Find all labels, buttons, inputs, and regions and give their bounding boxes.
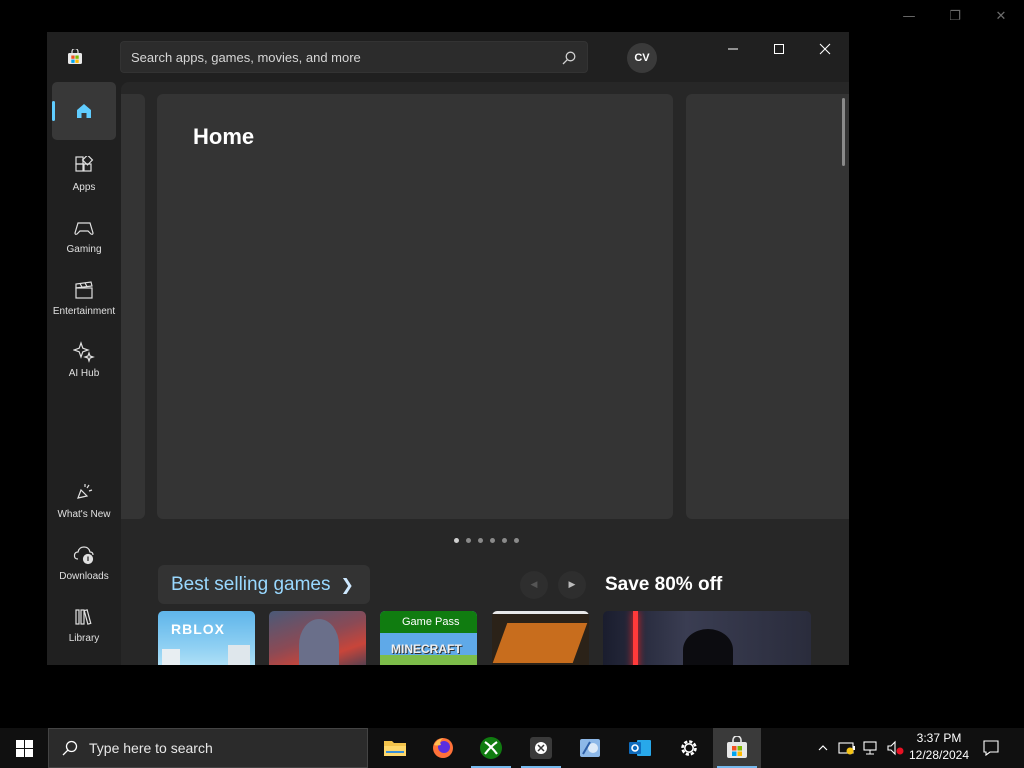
- battery-warning-icon[interactable]: [836, 728, 858, 768]
- nav-gaming[interactable]: Gaming: [52, 207, 116, 265]
- game-tile-star-wars[interactable]: [603, 611, 811, 665]
- search-icon: [62, 740, 78, 756]
- title-bar: Search apps, games, movies, and more CV: [47, 32, 849, 82]
- library-icon: [73, 606, 95, 628]
- page-title: Home: [193, 124, 255, 149]
- nav-entertainment[interactable]: Entertainment: [52, 269, 116, 327]
- system-clock[interactable]: 3:37 PM 12/28/2024: [905, 730, 973, 766]
- tile-art: [228, 645, 250, 665]
- game-pass-badge: Game Pass: [402, 616, 460, 628]
- gamepad-icon: [73, 217, 95, 239]
- hero-banner[interactable]: Home: [157, 94, 673, 519]
- minimize-icon[interactable]: —: [886, 0, 932, 32]
- close-icon[interactable]: ✕: [978, 0, 1024, 32]
- tile-art: [492, 623, 588, 663]
- nav-whats-new-label: What's New: [57, 509, 111, 520]
- microsoft-store-icon[interactable]: [713, 728, 761, 768]
- scrollbar[interactable]: [842, 98, 845, 166]
- nav-whats-new[interactable]: What's New: [52, 472, 116, 530]
- nav-apps[interactable]: Apps: [52, 145, 116, 203]
- nav-library-label: Library: [68, 633, 100, 644]
- tile-label: MINECRAFT: [391, 642, 462, 656]
- tile-art: [299, 619, 339, 665]
- taskbar-search-box[interactable]: Type here to search: [48, 728, 368, 768]
- carousel-dot[interactable]: [466, 538, 471, 543]
- carousel-dot[interactable]: [490, 538, 495, 543]
- tile-label: RBLOX: [171, 621, 225, 637]
- store-logo-icon: [67, 49, 83, 65]
- carousel-next-card[interactable]: [686, 94, 849, 519]
- tile-art: [492, 611, 589, 614]
- tile-art: [380, 655, 477, 665]
- firefox-icon[interactable]: [419, 728, 467, 768]
- game-tile-roblox[interactable]: RBLOX: [158, 611, 255, 665]
- outlook-icon[interactable]: [616, 728, 664, 768]
- promo-title: Save 80% off: [605, 574, 723, 595]
- store-search-box[interactable]: Search apps, games, movies, and more: [120, 41, 588, 73]
- settings-icon[interactable]: [665, 728, 713, 768]
- background-window-controls: — ❐ ✕: [886, 0, 1024, 32]
- clock-date: 12/28/2024: [908, 748, 970, 762]
- game-tile-call-of-duty[interactable]: [492, 611, 589, 665]
- downloads-icon: [73, 544, 95, 566]
- navigation-rail: Apps Gaming Entertainment AI Hub What's …: [47, 82, 121, 665]
- carousel-pager[interactable]: [454, 538, 519, 543]
- best-selling-games-link[interactable]: Best selling games ❯: [158, 565, 370, 604]
- carousel-dot[interactable]: [454, 538, 459, 543]
- game-tile-fighter-game[interactable]: [269, 611, 366, 665]
- tile-art: [162, 649, 180, 665]
- xbox-icon[interactable]: [467, 728, 515, 768]
- taskbar: Type here to search 3:37 PM 12/28/2024: [0, 728, 1024, 768]
- clock-time: 3:37 PM: [916, 731, 962, 745]
- megaphone-icon: [73, 482, 95, 504]
- nav-ai-hub[interactable]: AI Hub: [52, 331, 116, 389]
- carousel-dot[interactable]: [502, 538, 507, 543]
- snipping-icon[interactable]: [566, 728, 614, 768]
- tile-art: [633, 611, 638, 665]
- chevron-right-icon: ❯: [340, 575, 354, 594]
- account-avatar[interactable]: CV: [627, 43, 657, 73]
- carousel-dot[interactable]: [478, 538, 483, 543]
- scroll-left-button[interactable]: ◀: [520, 571, 548, 599]
- start-button[interactable]: [0, 728, 48, 768]
- notifications-icon[interactable]: [980, 728, 1002, 768]
- restore-icon[interactable]: ❐: [932, 0, 978, 32]
- nav-home[interactable]: [52, 82, 116, 140]
- maximize-button[interactable]: [756, 32, 802, 66]
- volume-muted-icon[interactable]: [884, 728, 906, 768]
- carousel-previous-card[interactable]: [121, 94, 145, 519]
- taskbar-search-placeholder: Type here to search: [89, 740, 213, 756]
- minimize-button[interactable]: [710, 32, 756, 66]
- nav-downloads-label: Downloads: [59, 571, 109, 582]
- game-tile-minecraft[interactable]: Game Pass MINECRAFT: [380, 611, 477, 665]
- file-explorer-icon[interactable]: [371, 728, 419, 768]
- microsoft-store-window: Search apps, games, movies, and more CV …: [47, 32, 849, 665]
- search-icon[interactable]: [561, 50, 577, 66]
- close-button[interactable]: [802, 32, 848, 66]
- carousel-dot[interactable]: [514, 538, 519, 543]
- nav-apps-label: Apps: [72, 182, 96, 193]
- chevron-up-icon[interactable]: [812, 728, 834, 768]
- tile-art: [683, 629, 733, 665]
- section-title: Best selling games: [171, 573, 331, 595]
- nav-ai-hub-label: AI Hub: [68, 368, 100, 379]
- nav-downloads[interactable]: Downloads: [52, 534, 116, 592]
- main-content: Home Best selling games ❯ ◀ ▶ Save 80% o…: [121, 82, 849, 665]
- home-icon: [73, 100, 95, 122]
- apps-icon: [73, 155, 95, 177]
- nav-library[interactable]: Library: [52, 596, 116, 654]
- scroll-right-button[interactable]: ▶: [558, 571, 586, 599]
- sparkle-icon: [73, 341, 95, 363]
- network-icon[interactable]: [860, 728, 882, 768]
- nav-entertainment-label: Entertainment: [52, 306, 116, 317]
- store-search-placeholder: Search apps, games, movies, and more: [131, 50, 361, 65]
- clapperboard-icon: [73, 279, 95, 301]
- nav-gaming-label: Gaming: [66, 244, 102, 255]
- windows-logo-icon: [15, 739, 33, 757]
- xbox-app-icon[interactable]: [517, 728, 565, 768]
